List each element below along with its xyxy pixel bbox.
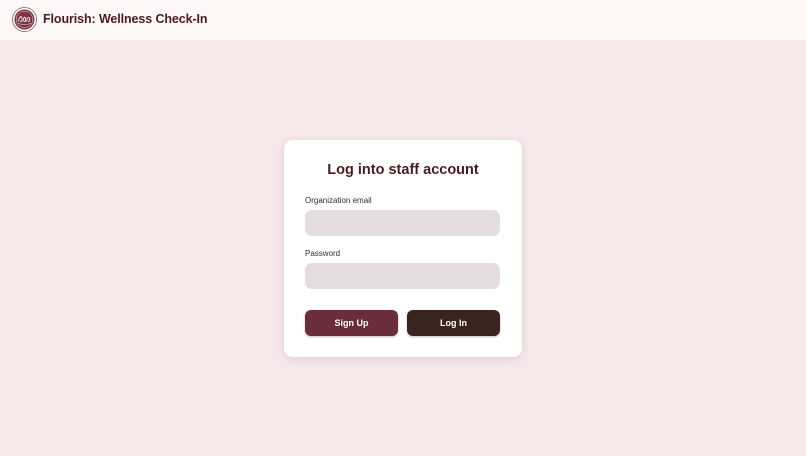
app-title: Flourish: Wellness Check-In xyxy=(43,12,208,26)
email-field[interactable] xyxy=(305,210,500,236)
password-label: Password xyxy=(305,249,341,258)
email-label: Organization email xyxy=(305,196,372,205)
sign-up-button[interactable]: Sign Up xyxy=(305,310,398,336)
log-in-button[interactable]: Log In xyxy=(407,310,500,336)
login-card: Log into staff account Organization emai… xyxy=(284,140,522,357)
app-header: Flourish: Wellness Check-In xyxy=(0,0,806,40)
login-card-title: Log into staff account xyxy=(327,162,479,178)
flourish-logo-icon[interactable] xyxy=(12,7,37,32)
password-field[interactable] xyxy=(305,263,500,289)
